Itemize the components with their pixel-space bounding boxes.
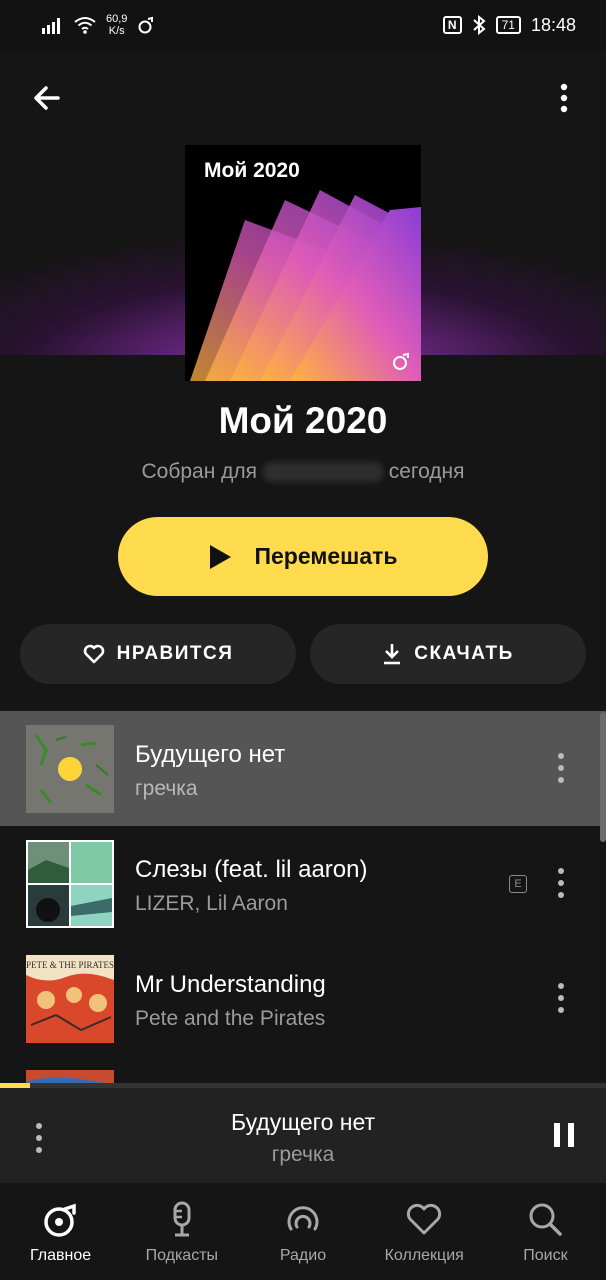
track-more-icon[interactable]: [546, 866, 576, 900]
track-row[interactable]: Будущего нет гречка: [0, 711, 606, 826]
nav-search[interactable]: Поиск: [485, 1183, 606, 1280]
track-title: Mr Understanding: [135, 971, 326, 998]
track-artist: гречка: [135, 777, 198, 800]
cover-title: Мой 2020: [204, 159, 300, 182]
nav-label: Коллекция: [384, 1247, 464, 1264]
track-more-icon[interactable]: [546, 981, 576, 1015]
redacted-username: [262, 462, 383, 483]
top-bar: [0, 70, 606, 126]
track-artist: Pete and the Pirates: [135, 1007, 326, 1030]
nav-collection[interactable]: Коллекция: [364, 1183, 485, 1280]
arrow-left-icon: [34, 86, 60, 110]
bluetooth-icon: [472, 15, 486, 35]
album-art-image: PETE & THE PIRATES: [26, 955, 114, 1043]
speed-unit: K/s: [108, 25, 125, 37]
track-artist: LIZER, Lil Aaron: [135, 892, 288, 915]
play-icon: [210, 544, 232, 569]
track-more-icon[interactable]: [546, 751, 576, 785]
signal-icon: [42, 18, 60, 34]
status-bar: 60,9 K/s N 71 18:48: [0, 0, 606, 50]
radio-icon: [287, 1206, 319, 1231]
shuffle-label: Перемешать: [254, 543, 398, 569]
music-app-icon: [138, 16, 154, 34]
explicit-badge: E: [509, 875, 527, 893]
player-track-artist: гречка: [271, 1143, 335, 1166]
album-art-image: [26, 725, 114, 813]
home-music-icon: [43, 1203, 76, 1237]
download-icon: [384, 644, 401, 665]
playlist-subtitle: Собран для сегодня: [0, 460, 606, 484]
album-art-image: [26, 840, 114, 928]
mini-player[interactable]: Будущего нет гречка: [0, 1083, 606, 1183]
shuffle-button[interactable]: Перемешать: [118, 517, 488, 596]
more-vertical-icon: [560, 83, 568, 113]
track-title: Слезы (feat. lil aaron): [135, 856, 368, 883]
bottom-navigation: Главное Подкасты Радио Коллекция Поиск: [0, 1183, 606, 1280]
album-art: [26, 725, 114, 813]
scrollbar[interactable]: [600, 712, 606, 842]
nav-home[interactable]: Главное: [0, 1183, 121, 1280]
nav-label: Главное: [30, 1247, 92, 1264]
album-art-image: [26, 1070, 114, 1083]
player-track-title: Будущего нет: [230, 1109, 376, 1135]
album-art: PETE & THE PIRATES: [26, 955, 114, 1043]
pause-icon[interactable]: [552, 1121, 576, 1149]
heart-icon: [83, 644, 104, 664]
more-options-button[interactable]: [544, 78, 584, 118]
track-row-partial[interactable]: [0, 1056, 606, 1083]
speed-value: 60,9: [106, 13, 128, 25]
nav-label: Радио: [279, 1247, 327, 1264]
battery-indicator: 71: [495, 16, 521, 34]
subtitle-suffix: сегодня: [388, 460, 465, 483]
back-button[interactable]: [28, 78, 68, 118]
playlist-title: Мой 2020: [218, 400, 388, 441]
album-art: [26, 1070, 114, 1083]
playlist-cover: Мой 2020: [185, 145, 421, 381]
network-speed: 60,9 K/s: [106, 13, 127, 37]
nav-radio[interactable]: Радио: [242, 1183, 363, 1280]
track-row[interactable]: Слезы (feat. lil aaron) LIZER, Lil Aaron…: [0, 826, 606, 941]
heart-icon: [407, 1203, 442, 1235]
progress-track[interactable]: [0, 1083, 606, 1088]
track-row[interactable]: PETE & THE PIRATES Mr Understanding Pete…: [0, 941, 606, 1056]
microphone-icon: [173, 1201, 191, 1237]
subtitle-prefix: Собран для: [141, 460, 258, 483]
download-label: СКАЧАТЬ: [414, 643, 514, 664]
clock: 18:48: [530, 14, 576, 35]
like-button[interactable]: НРАВИТСЯ: [20, 624, 296, 684]
music-logo-icon: [393, 352, 409, 370]
album-art-lettering: PETE & THE PIRATES: [26, 960, 114, 970]
search-icon: [529, 1203, 563, 1236]
download-button[interactable]: СКАЧАТЬ: [310, 624, 586, 684]
like-label: НРАВИТСЯ: [116, 643, 234, 664]
track-title: Будущего нет: [135, 741, 286, 768]
nav-podcasts[interactable]: Подкасты: [121, 1183, 242, 1280]
nav-label: Подкасты: [145, 1247, 219, 1264]
album-art: [26, 840, 114, 928]
nav-label: Поиск: [523, 1247, 568, 1264]
wifi-icon: [74, 17, 96, 34]
nfc-icon: N: [442, 16, 462, 34]
progress-fill: [0, 1083, 31, 1088]
